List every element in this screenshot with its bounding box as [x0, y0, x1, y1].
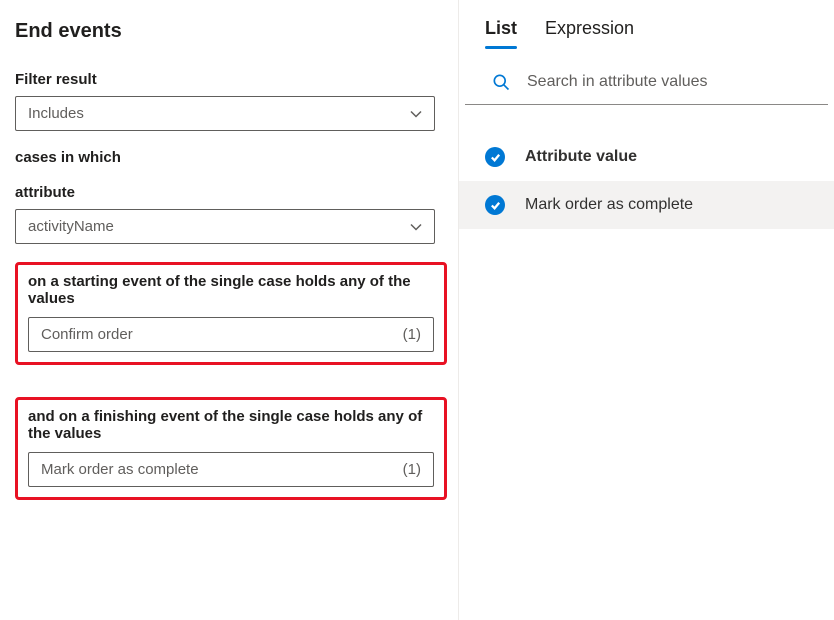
- search-icon: [491, 72, 511, 92]
- list-item[interactable]: Mark order as complete: [459, 181, 834, 229]
- finishing-event-label: and on a finishing event of the single c…: [28, 408, 434, 442]
- filter-result-value: Includes: [28, 105, 84, 122]
- page-title: End events: [15, 20, 443, 43]
- check-icon: [485, 195, 505, 215]
- list-item-label: Mark order as complete: [525, 196, 693, 214]
- search-row: [465, 48, 828, 105]
- finishing-event-value: Mark order as complete: [41, 461, 199, 478]
- tab-list[interactable]: List: [485, 18, 517, 47]
- finishing-event-highlight: and on a finishing event of the single c…: [15, 397, 447, 500]
- starting-event-highlight: on a starting event of the single case h…: [15, 262, 447, 365]
- tabs: List Expression: [459, 18, 834, 48]
- attribute-label: attribute: [15, 184, 443, 201]
- starting-event-label: on a starting event of the single case h…: [28, 273, 434, 307]
- starting-event-input[interactable]: Confirm order (1): [28, 317, 434, 352]
- chevron-down-icon: [410, 221, 422, 233]
- check-icon: [485, 147, 505, 167]
- cases-in-which-text: cases in which: [15, 149, 443, 166]
- chevron-down-icon: [410, 108, 422, 120]
- tab-expression[interactable]: Expression: [545, 18, 634, 47]
- finishing-event-count: (1): [403, 461, 421, 478]
- finishing-event-input[interactable]: Mark order as complete (1): [28, 452, 434, 487]
- attribute-dropdown[interactable]: activityName: [15, 209, 435, 244]
- filter-result-dropdown[interactable]: Includes: [15, 96, 435, 131]
- attribute-value-header-label: Attribute value: [525, 148, 637, 166]
- starting-event-count: (1): [403, 326, 421, 343]
- starting-event-value: Confirm order: [41, 326, 133, 343]
- attribute-value: activityName: [28, 218, 114, 235]
- attribute-value-header[interactable]: Attribute value: [459, 133, 834, 181]
- search-input[interactable]: [527, 73, 802, 91]
- filter-result-label: Filter result: [15, 71, 443, 88]
